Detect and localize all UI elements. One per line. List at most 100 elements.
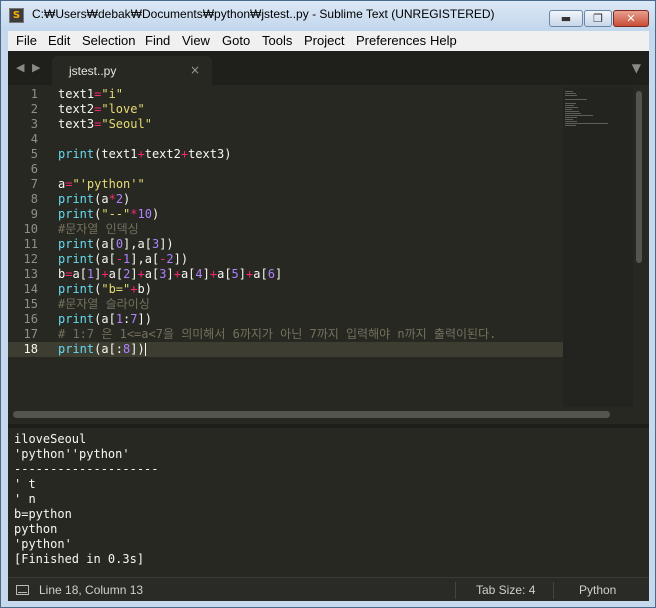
code-line[interactable]: 11 print(a[0],a[3]) <box>8 237 563 252</box>
line-number: 7 <box>30 177 38 191</box>
code-token: ] <box>274 267 283 281</box>
code-line[interactable]: 2 text2="love" <box>8 102 563 117</box>
line-number: 8 <box>30 192 38 206</box>
tab-jstest[interactable]: jstest..py × <box>52 56 212 85</box>
code-line[interactable]: 1 text1="i" <box>8 87 563 102</box>
output-line: -------------------- <box>14 462 159 476</box>
menu-goto[interactable]: Goto <box>222 32 250 50</box>
code-line[interactable]: 7 a="'python'" <box>8 177 563 192</box>
code-token: (a[ <box>94 237 116 251</box>
code-token: 4 <box>195 267 203 281</box>
line-number: 15 <box>23 297 38 311</box>
horizontal-scrollbar[interactable] <box>13 411 610 418</box>
code-token: (text1 <box>94 147 138 161</box>
menu-view[interactable]: View <box>182 32 210 50</box>
tab-bar: ◀ ▶ jstest..py × ▼ <box>8 51 649 85</box>
close-button[interactable]: ✕ <box>613 10 649 27</box>
sublime-app-icon: S <box>9 8 24 23</box>
code-token: (a[ <box>94 252 116 266</box>
code-token: 0 <box>115 237 124 251</box>
maximize-button[interactable]: ❐ <box>584 10 612 27</box>
code-token: + <box>173 267 181 281</box>
menu-tools[interactable]: Tools <box>262 32 292 50</box>
minimap-line <box>565 109 573 110</box>
tab-close-icon[interactable]: × <box>190 63 200 77</box>
code-token: text3) <box>188 147 232 161</box>
code-line[interactable]: 5 print(text1+text2+text3) <box>8 147 563 162</box>
syntax-selector[interactable]: Python <box>579 583 616 597</box>
tab-label: jstest..py <box>69 64 117 78</box>
code-line[interactable]: 17 # 1:7 은 1<=a<7을 의미해서 6까지가 아닌 7까지 입력해야 … <box>8 327 563 342</box>
code-text: text2="love" <box>58 102 145 117</box>
title-bar[interactable]: S C:₩Users₩debak₩Documents₩python₩jstest… <box>1 1 655 31</box>
code-token: text1 <box>58 87 95 101</box>
code-token: * <box>108 192 116 206</box>
minimap-line <box>565 121 577 122</box>
menu-project[interactable]: Project <box>304 32 344 50</box>
code-token: 7 <box>130 312 138 326</box>
code-token: # 1:7 은 1<=a<7을 의미해서 6까지가 아닌 7까지 입력해야 n까… <box>58 327 497 341</box>
code-token: (a <box>94 192 109 206</box>
minimize-button[interactable]: ▬ <box>549 10 583 27</box>
code-token: "--" <box>101 207 131 221</box>
code-line[interactable]: 16 print(a[1:7]) <box>8 312 563 327</box>
build-output-panel[interactable]: iloveSeoul'python''python' --------------… <box>8 428 649 576</box>
code-token: ) <box>151 207 160 221</box>
code-token: ) <box>123 192 131 206</box>
panel-toggle-icon[interactable] <box>16 585 29 595</box>
minimap-line <box>565 95 577 96</box>
code-line[interactable]: 10 #문자열 인덱싱 <box>8 222 563 237</box>
menu-find[interactable]: Find <box>145 32 170 50</box>
code-line[interactable]: 14 print("b="+b) <box>8 282 563 297</box>
status-separator <box>553 582 554 599</box>
tab-right-arrow-icon[interactable]: ▶ <box>32 61 40 74</box>
code-line[interactable]: 8 print(a*2) <box>8 192 563 207</box>
code-line[interactable]: 12 print(a[-1],a[-2]) <box>8 252 563 267</box>
code-text: #문자열 슬라이싱 <box>58 297 150 312</box>
code-line[interactable]: 18 print(a[:8]) <box>8 342 563 357</box>
vertical-scrollbar[interactable] <box>636 91 642 263</box>
line-number: 3 <box>30 117 38 131</box>
minimap-line <box>565 123 609 124</box>
code-token: 5 <box>231 267 239 281</box>
minimap-line <box>565 93 576 94</box>
code-line[interactable]: 6 <box>8 162 563 177</box>
code-line[interactable]: 13 b=a[1]+a[2]+a[3]+a[4]+a[5]+a[6] <box>8 267 563 282</box>
code-token: "i" <box>101 87 124 101</box>
code-token: print <box>58 252 95 266</box>
output-line: iloveSeoul <box>14 432 87 446</box>
minimap[interactable] <box>563 87 633 407</box>
code-token: #문자열 인덱싱 <box>58 222 139 236</box>
code-line[interactable]: 15 #문자열 슬라이싱 <box>8 297 563 312</box>
code-token: a[ <box>180 267 196 281</box>
code-token: + <box>137 147 145 161</box>
code-text: print(a*2) <box>58 192 130 207</box>
menu-preferences[interactable]: Preferences <box>356 32 426 50</box>
minimap-line <box>565 105 574 106</box>
output-line: ' t <box>14 477 36 491</box>
window-title: C:₩Users₩debak₩Documents₩python₩jstest..… <box>32 7 495 21</box>
output-line: ' n <box>14 492 36 506</box>
menu-file[interactable]: File <box>16 32 37 50</box>
code-view[interactable]: 1 text1="i" 2 text2="love" 3 text3="Seoul" 4 5 p… <box>8 87 563 421</box>
code-token: text3 <box>58 117 95 131</box>
code-token: print <box>58 282 95 296</box>
minimap-line <box>565 111 580 112</box>
code-token: ],a[ <box>130 252 160 266</box>
code-line[interactable]: 4 <box>8 132 563 147</box>
tab-left-arrow-icon[interactable]: ◀ <box>16 61 24 74</box>
code-text: print("--"*10) <box>58 207 159 222</box>
line-number: 10 <box>23 222 38 236</box>
tab-size-selector[interactable]: Tab Size: 4 <box>476 583 535 597</box>
menu-help[interactable]: Help <box>430 32 457 50</box>
menu-edit[interactable]: Edit <box>48 32 70 50</box>
code-token: 1 <box>115 312 124 326</box>
minimap-line <box>565 107 578 108</box>
code-line[interactable]: 9 print("--"*10) <box>8 207 563 222</box>
code-token: b) <box>137 282 152 296</box>
code-line[interactable]: 3 text3="Seoul" <box>8 117 563 132</box>
menu-selection[interactable]: Selection <box>82 32 135 50</box>
minimap-line <box>565 103 576 104</box>
code-token: print <box>58 237 95 251</box>
tab-overflow-icon[interactable]: ▼ <box>632 61 641 75</box>
